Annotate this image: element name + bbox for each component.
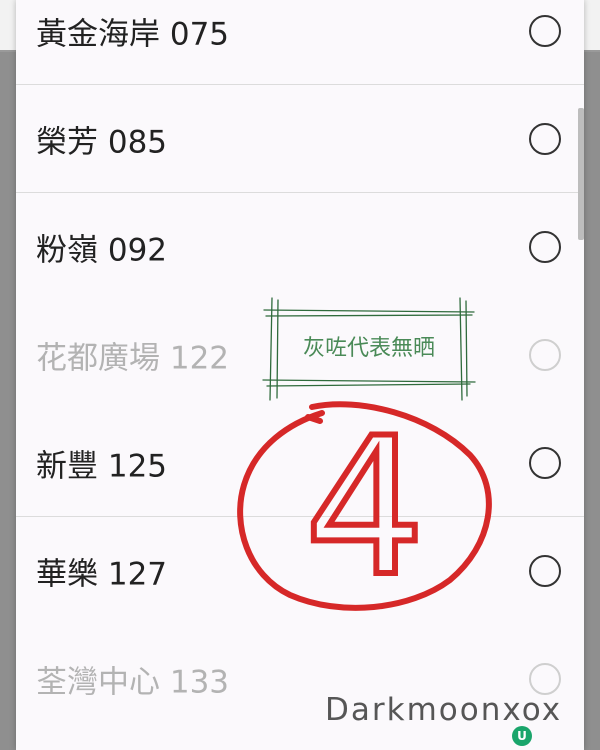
option-label: 黃金海岸 075 (36, 16, 230, 52)
scrollbar-thumb[interactable] (578, 108, 584, 240)
watermark-text: Darkmoonxox (325, 692, 563, 728)
radio-button-icon[interactable] (529, 446, 561, 479)
radio-button-icon (529, 339, 561, 371)
radio-button-icon (529, 663, 561, 695)
screen: 黃金海岸 075 榮芳 085 粉嶺 092 花都廣場 122 新豐 125 華… (0, 0, 600, 750)
option-row-0[interactable]: 黃金海岸 075 (16, 0, 584, 85)
radio-button-icon[interactable] (529, 231, 561, 263)
option-label: 花都廣場 122 (36, 340, 230, 377)
option-label: 粉嶺 092 (36, 232, 168, 269)
circled-number: 4 (305, 397, 426, 618)
option-label: 荃灣中心 133 (36, 664, 230, 701)
circled-number-annotation: 4 (237, 395, 492, 621)
annotation-note-text: 灰咗代表無晒 (302, 336, 435, 361)
option-row-2[interactable]: 粉嶺 092 (16, 193, 584, 301)
option-label: 新豐 125 (36, 448, 168, 484)
radio-button-icon[interactable] (529, 122, 561, 155)
option-row-1[interactable]: 榮芳 085 (16, 85, 584, 193)
radio-button-icon[interactable] (529, 555, 561, 587)
option-label: 榮芳 085 (36, 124, 168, 160)
option-label: 華樂 127 (36, 556, 168, 593)
radio-button-icon[interactable] (529, 14, 561, 47)
watermark-logo-icon: U (512, 726, 532, 746)
annotation-note: 灰咗代表無晒 (262, 297, 476, 401)
